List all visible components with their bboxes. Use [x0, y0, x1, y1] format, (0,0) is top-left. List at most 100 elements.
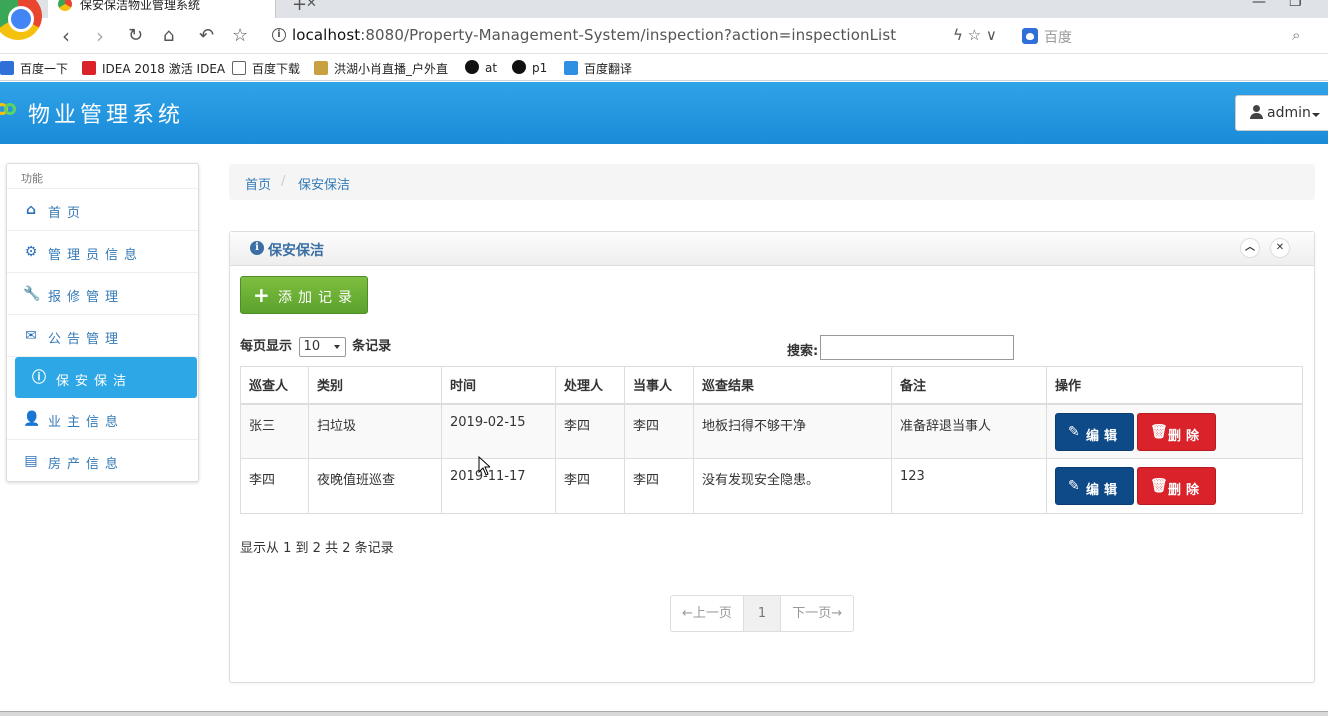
- browser-toolbar: ‹ › ↻ ⌂ ↶ ☆ i localhost:8080/Property-Ma…: [0, 18, 1328, 54]
- bookmark-label: 洪湖小肖直播_户外直: [334, 62, 449, 76]
- column-header[interactable]: 巡查人: [240, 366, 309, 405]
- address-url[interactable]: localhost:8080/Property-Management-Syste…: [292, 26, 896, 44]
- cell-result: 没有发现安全隐患。: [693, 458, 892, 514]
- browser-search-placeholder: 百度: [1044, 30, 1072, 46]
- column-header[interactable]: 巡查结果: [693, 366, 892, 405]
- bookmark-item[interactable]: 洪湖小肖直播_户外直: [314, 60, 448, 77]
- bookmark-item[interactable]: IDEA 2018 激活 IDEA: [82, 60, 225, 77]
- bookmarks-bar: 百度一下 IDEA 2018 激活 IDEA 百度下载 洪湖小肖直播_户外直 a…: [0, 54, 1328, 81]
- undo-close-icon[interactable]: ↶: [199, 24, 214, 48]
- edit-label: 编辑: [1086, 483, 1123, 498]
- user-name: admin: [1267, 105, 1311, 121]
- close-icon[interactable]: ✕: [1270, 238, 1290, 258]
- new-tab-button[interactable]: +: [292, 0, 307, 15]
- edit-label: 编辑: [1086, 428, 1123, 444]
- next-page-button[interactable]: 下一页→: [781, 596, 853, 631]
- browser-tabstrip: 保安保洁物业管理系统 ✕ + — ❐: [0, 0, 1328, 40]
- bookmark-label: at: [485, 61, 498, 75]
- cell-actions: ✎ 编辑 🗑 删除: [1046, 403, 1303, 459]
- column-header[interactable]: 类别: [308, 366, 442, 405]
- trash-icon: 🗑: [1150, 478, 1168, 494]
- breadcrumb-home-link[interactable]: 首页: [245, 174, 271, 193]
- current-page[interactable]: 1: [743, 596, 782, 631]
- browser-tab[interactable]: 保安保洁物业管理系统 ✕: [48, 0, 317, 18]
- maximize-icon[interactable]: ❐: [1289, 0, 1302, 10]
- add-record-button[interactable]: + 添加记录: [240, 276, 368, 314]
- forward-icon[interactable]: ›: [96, 24, 104, 48]
- sidebar-item-security-cleaning[interactable]: ⓘ 保安保洁: [15, 357, 197, 398]
- delete-label: 删除: [1168, 483, 1205, 498]
- site-info-icon[interactable]: i: [272, 28, 286, 42]
- breadcrumb-current[interactable]: 保安保洁: [298, 174, 350, 193]
- table-search-input[interactable]: [820, 335, 1014, 360]
- column-header[interactable]: 操作: [1046, 366, 1303, 405]
- cell-remark: 准备辞退当事人: [891, 403, 1047, 459]
- back-icon[interactable]: ‹: [62, 24, 70, 48]
- user-menu-button[interactable]: admin: [1235, 95, 1328, 131]
- brand-logo-icon: [0, 103, 20, 123]
- cell-inspector: 张三: [240, 403, 309, 459]
- page-length-prefix: 每页显示: [240, 339, 293, 354]
- delete-label: 删除: [1168, 428, 1205, 444]
- bookmark-item[interactable]: at: [465, 60, 497, 75]
- cell-handler: 李四: [555, 403, 625, 459]
- address-bar[interactable]: i localhost:8080/Property-Management-Sys…: [266, 22, 1012, 50]
- bookmark-star-icon[interactable]: ☆: [232, 24, 248, 48]
- add-record-label: 添加记录: [278, 290, 358, 306]
- baidu-paw-icon: [1022, 28, 1038, 44]
- taskbar: [0, 711, 1328, 716]
- delete-button[interactable]: 🗑 删除: [1137, 412, 1216, 451]
- sidebar-item-owner-info[interactable]: 👤 业主信息: [7, 398, 198, 440]
- url-path: :8080/Property-Management-System/inspect…: [360, 26, 897, 44]
- edit-button[interactable]: ✎ 编辑: [1055, 412, 1134, 451]
- sidebar-item-notice[interactable]: ✉ 公告管理: [7, 315, 198, 357]
- sidebar-item-label: 保安保洁: [56, 374, 133, 389]
- home-icon: ⌂: [25, 202, 37, 218]
- bookmark-item[interactable]: 百度下载: [232, 60, 300, 77]
- cell-result: 地板扫得不够干净: [693, 403, 892, 459]
- minimize-icon[interactable]: —: [1252, 0, 1266, 10]
- sidebar-item-label: 房产信息: [48, 457, 125, 472]
- column-header[interactable]: 处理人: [555, 366, 625, 405]
- sidebar-item-property-info[interactable]: ▤ 房产信息: [7, 440, 198, 482]
- bookmark-label: p1: [532, 61, 548, 75]
- github-icon: [512, 60, 526, 74]
- sidebar-item-label: 首页: [48, 206, 87, 221]
- table-row: 张三 扫垃圾 2019-02-15 李四 李四 地板扫得不够干净 准备辞退当事人…: [240, 403, 1303, 459]
- sidebar-item-repair[interactable]: 🔧 报修管理: [7, 273, 198, 315]
- edit-button[interactable]: ✎ 编辑: [1055, 467, 1134, 505]
- sidebar-item-home[interactable]: ⌂ 首页: [7, 189, 198, 231]
- tab-close-icon[interactable]: ✕: [306, 0, 317, 11]
- sidebar-item-admin-info[interactable]: ⚙ 管理员信息: [7, 231, 198, 273]
- address-tools-icons[interactable]: ϟ ☆ ∨: [953, 26, 997, 44]
- bookmark-item[interactable]: 百度一下: [0, 60, 68, 77]
- cell-time: 2019-11-17: [441, 458, 556, 514]
- url-host: localhost: [292, 26, 361, 44]
- prev-page-button[interactable]: ←上一页: [671, 596, 744, 631]
- column-header[interactable]: 时间: [441, 366, 556, 405]
- cell-actions: ✎ 编辑 🗑 删除: [1046, 458, 1303, 514]
- page-length-select[interactable]: 10: [298, 336, 346, 357]
- breadcrumb-separator: /: [281, 174, 286, 189]
- user-icon: [1250, 105, 1263, 119]
- brand-title[interactable]: 物业管理系统: [28, 97, 184, 129]
- delete-button[interactable]: 🗑 删除: [1137, 467, 1216, 505]
- page-length-control: 每页显示 10 条记录: [240, 335, 391, 357]
- bookmark-item[interactable]: 百度翻译: [564, 60, 632, 77]
- column-header[interactable]: 备注: [891, 366, 1047, 405]
- tab-title: 保安保洁物业管理系统: [80, 0, 201, 12]
- home-nav-icon[interactable]: ⌂: [163, 24, 174, 48]
- browser-search-box[interactable]: 百度 ⌕: [1018, 22, 1314, 50]
- search-label: 搜索:: [787, 344, 819, 359]
- sidebar-heading: 功能: [7, 164, 198, 189]
- panel-header: i 保安保洁 ︿ ✕: [230, 232, 1314, 266]
- bookmark-item[interactable]: p1: [512, 60, 547, 75]
- table-row: 李四 夜晚值班巡查 2019-11-17 李四 李四 没有发现安全隐患。 123…: [240, 458, 1303, 514]
- collapse-icon[interactable]: ︿: [1240, 238, 1260, 258]
- column-header[interactable]: 当事人: [624, 366, 694, 405]
- app-header: 物业管理系统 admin: [0, 82, 1328, 144]
- search-icon[interactable]: ⌕: [1292, 26, 1300, 44]
- reload-icon[interactable]: ↻: [128, 24, 143, 48]
- page-length-value: 10: [303, 338, 321, 354]
- sidebar-item-label: 报修管理: [48, 290, 125, 305]
